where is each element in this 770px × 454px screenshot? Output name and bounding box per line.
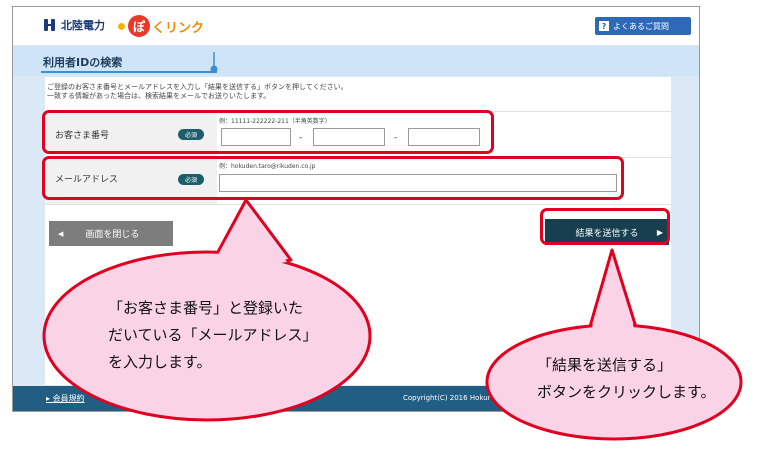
callout-line: 「お客さま番号」と登録いた (108, 299, 304, 317)
callout-line: だいている「メールアドレス」 (108, 326, 318, 344)
callout-line: 「結果を送信する」 (537, 356, 673, 374)
callout-line: ボタンをクリックします。 (537, 383, 716, 401)
right-callout-bubble (485, 248, 743, 441)
callout-line: を入力します。 (108, 353, 212, 371)
left-callout-text: 「お客さま番号」と登録いた だいている「メールアドレス」 を入力します。 (108, 295, 318, 376)
right-callout-text: 「結果を送信する」 ボタンをクリックします。 (537, 352, 716, 406)
